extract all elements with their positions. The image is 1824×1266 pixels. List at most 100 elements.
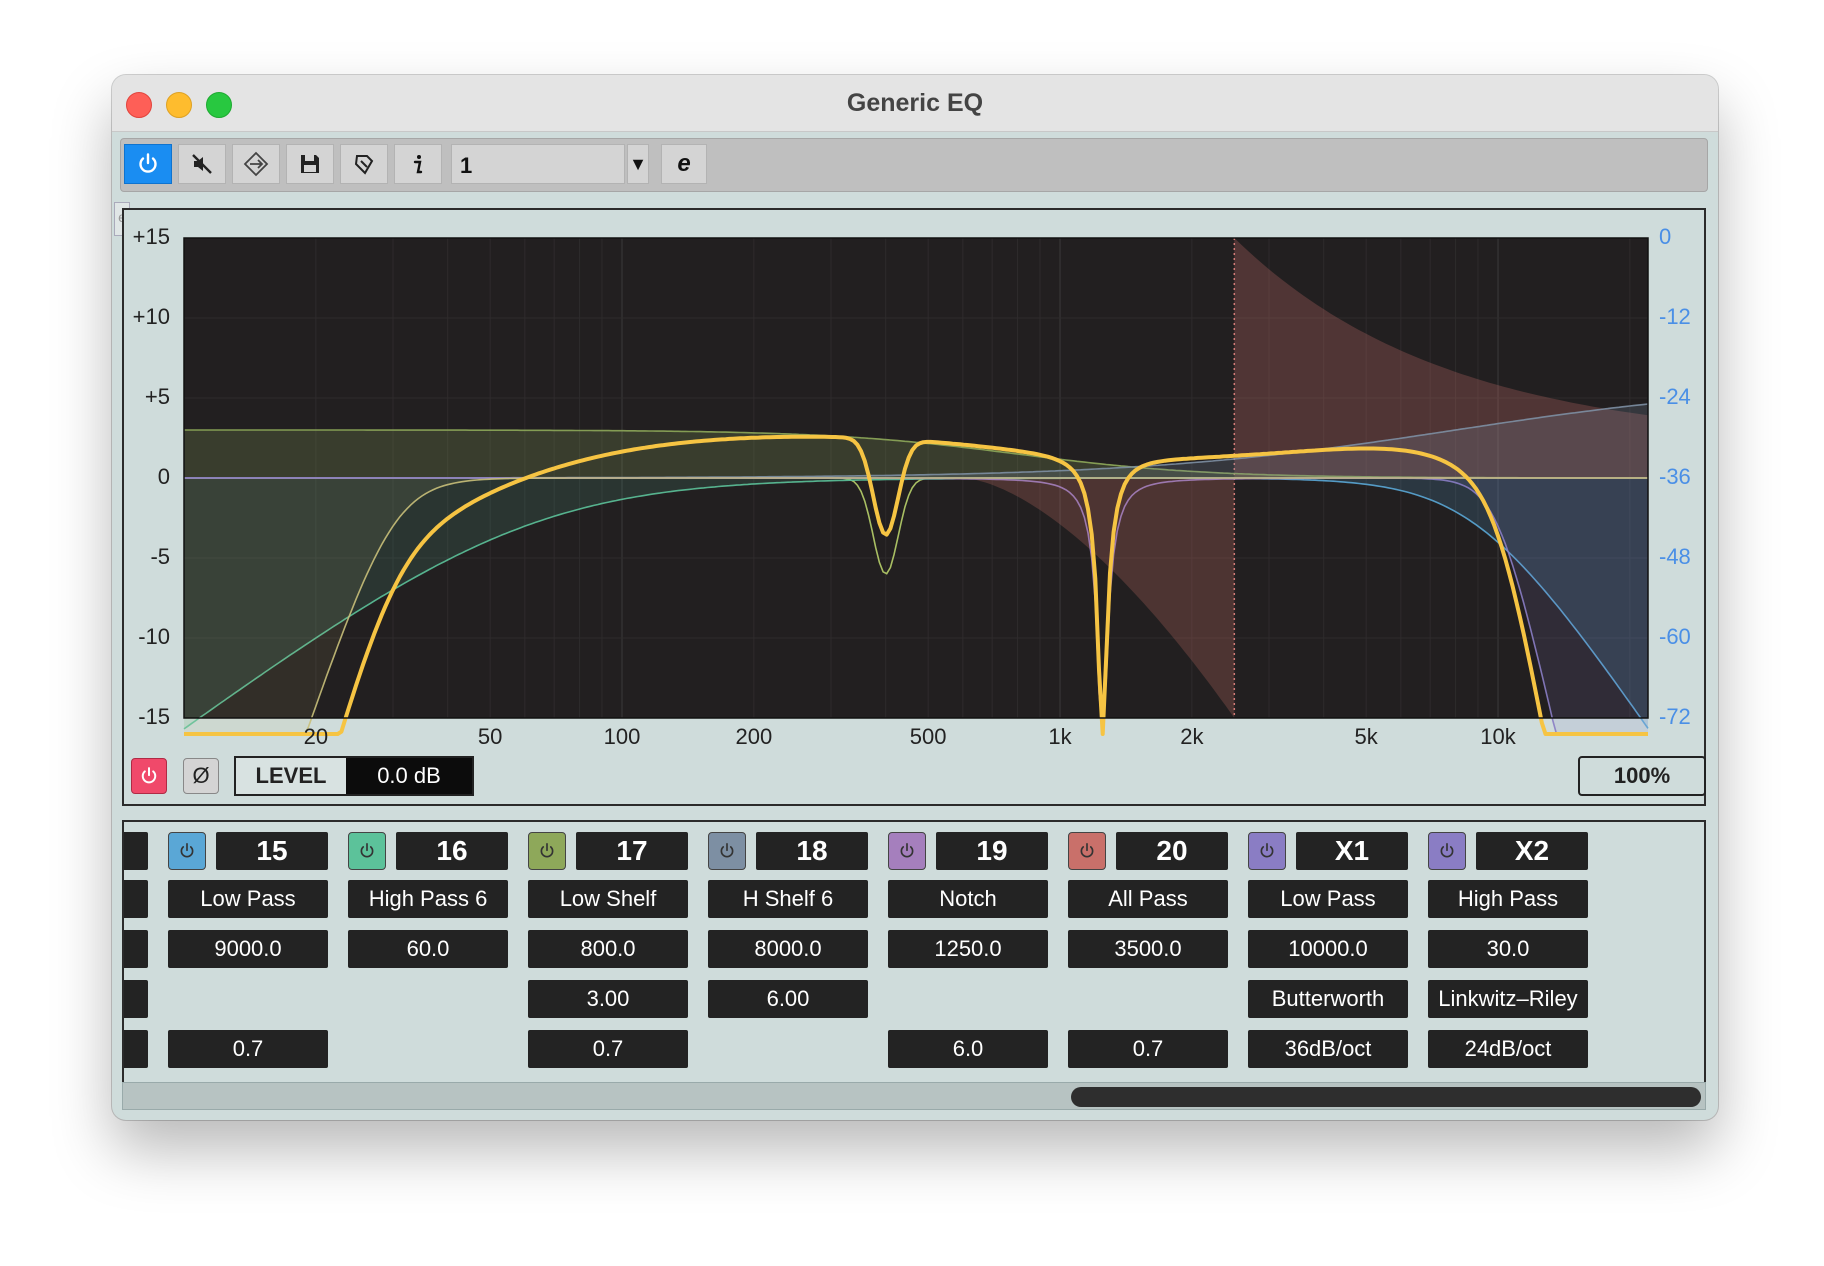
power-icon	[1080, 843, 1094, 858]
band-power-button[interactable]	[888, 832, 926, 870]
band-type-selector[interactable]: Low Pass	[168, 880, 328, 918]
band-frequency-field[interactable]: 3500.0	[1068, 930, 1228, 968]
band-type-selector[interactable]: High Pass	[1428, 880, 1588, 918]
level-value[interactable]: 0.0 dB	[346, 758, 472, 794]
preset-selector[interactable]: 1	[451, 144, 625, 184]
power-icon	[180, 843, 194, 858]
compare-button[interactable]	[232, 144, 280, 184]
band-type-selector[interactable]: All Pass	[1068, 880, 1228, 918]
band-20: 20 All Pass 3500.0 0.7	[1068, 822, 1244, 1092]
speaker-mute-icon	[192, 154, 212, 174]
frequency-axis-label: 10k	[1480, 724, 1516, 749]
band-power-button[interactable]	[528, 832, 566, 870]
info-icon	[413, 155, 423, 174]
save-icon	[301, 155, 319, 173]
band-16: 16 High Pass 6 60.0	[348, 822, 524, 1092]
band-number: X2	[1476, 832, 1588, 870]
spectrum-axis-label: -72	[1659, 704, 1691, 729]
band-q-field[interactable]: 36dB/oct	[1248, 1030, 1408, 1068]
band-frequency-field[interactable]: 60.0	[348, 930, 508, 968]
band-gain-field[interactable]: Linkwitz–Riley	[1428, 980, 1588, 1018]
power-icon	[1260, 843, 1274, 858]
spectrum-axis-label: -24	[1659, 384, 1691, 409]
band-number: X1	[1296, 832, 1408, 870]
band-power-button[interactable]	[708, 832, 746, 870]
band-type-selector[interactable]: Low Shelf	[528, 880, 688, 918]
band-power-button[interactable]	[168, 832, 206, 870]
gain-axis-label: -15	[138, 704, 170, 729]
band-q-field[interactable]: 0.7	[528, 1030, 688, 1068]
band-power-button[interactable]	[348, 832, 386, 870]
band-type-selector[interactable]: Low Pass	[1248, 880, 1408, 918]
band-frequency-field[interactable]: 1250.0	[888, 930, 1048, 968]
band-q-field[interactable]: 0.7	[168, 1030, 328, 1068]
band-power-button[interactable]	[1428, 832, 1466, 870]
zoom-value[interactable]: 100%	[1578, 756, 1706, 796]
compare-icon	[243, 151, 269, 177]
info-button[interactable]	[394, 144, 442, 184]
band-power-button[interactable]	[1068, 832, 1106, 870]
band-frequency-field[interactable]: 400.0	[124, 930, 148, 968]
save-button[interactable]	[286, 144, 334, 184]
load-icon	[354, 155, 374, 175]
band-19: 19 Notch 1250.0 6.0	[888, 822, 1064, 1092]
band-type-selector[interactable]: Notch	[888, 880, 1048, 918]
frequency-axis-label: 20	[303, 724, 329, 749]
gain-axis-label: +5	[144, 384, 170, 409]
power-button[interactable]	[124, 144, 172, 184]
frequency-axis-label: 50	[477, 724, 503, 749]
bypass-button[interactable]	[178, 144, 226, 184]
band-15: 15 Low Pass 9000.0 0.7	[168, 822, 344, 1092]
eq-curve-graph[interactable]	[124, 210, 1704, 804]
band-gain-field[interactable]: -6.00	[124, 980, 148, 1018]
frequency-axis-label: 100	[603, 724, 641, 749]
band-type-selector[interactable]: H Shelf 6	[708, 880, 868, 918]
output-level-control[interactable]: LEVEL 0.0 dB	[234, 756, 474, 796]
band-frequency-field[interactable]: 30.0	[1428, 930, 1588, 968]
band-gain-field[interactable]: 6.00	[708, 980, 868, 1018]
gain-axis-label: +10	[132, 304, 170, 329]
band-frequency-field[interactable]: 10000.0	[1248, 930, 1408, 968]
output-power-button[interactable]	[131, 758, 167, 794]
level-label: LEVEL	[255, 763, 327, 788]
spectrum-axis-label: 0	[1659, 224, 1672, 249]
horizontal-scrollbar[interactable]	[122, 1082, 1706, 1110]
frequency-axis-label: 200	[735, 724, 773, 749]
load-button[interactable]	[340, 144, 388, 184]
title-bar: Generic EQ	[112, 75, 1718, 132]
phase-invert-button[interactable]: Ø	[183, 758, 219, 794]
edit-button[interactable]: e	[661, 144, 707, 184]
preset-dropdown-arrow[interactable]: ▼	[627, 144, 649, 184]
band-x2: X2 High Pass 30.0 Linkwitz–Riley 24dB/oct	[1428, 822, 1604, 1092]
band-gain-field[interactable]: Butterworth	[1248, 980, 1408, 1018]
band-frequency-field[interactable]: 800.0	[528, 930, 688, 968]
band-number: 20	[1116, 832, 1228, 870]
band-q-field[interactable]: 5.0	[124, 1030, 148, 1068]
spectrum-axis-label: -48	[1659, 544, 1691, 569]
band-q-field[interactable]: 24dB/oct	[1428, 1030, 1588, 1068]
power-icon	[1440, 843, 1454, 858]
band-number: 14	[124, 832, 148, 870]
band-x1: X1 Low Pass 10000.0 Butterworth 36dB/oct	[1248, 822, 1424, 1092]
band-q-field[interactable]: 0.7	[1068, 1030, 1228, 1068]
band-14: 14 Bell 400.0 -6.00 5.0	[124, 822, 164, 1092]
gain-axis-label: +15	[132, 224, 170, 249]
band-type-selector[interactable]: Bell	[124, 880, 148, 918]
eq-display: Ø LEVEL 0.0 dB 100% +15 +10 +5 0 -5 -10 -15 0 -1…	[122, 208, 1706, 806]
band-number: 15	[216, 832, 328, 870]
toolbar: 1 ▼ e	[120, 138, 1708, 192]
power-icon	[720, 843, 734, 858]
band-frequency-field[interactable]: 9000.0	[168, 930, 328, 968]
power-icon	[139, 153, 157, 173]
band-q-field[interactable]: 6.0	[888, 1030, 1048, 1068]
band-strip: 14Bell400.0-6.005.015Low Pass9000.00.716…	[122, 820, 1706, 1092]
band-number: 19	[936, 832, 1048, 870]
scrollbar-thumb[interactable]	[1071, 1087, 1701, 1107]
band-number: 18	[756, 832, 868, 870]
power-icon	[360, 843, 374, 858]
band-power-button[interactable]	[1248, 832, 1286, 870]
band-gain-field[interactable]: 3.00	[528, 980, 688, 1018]
band-frequency-field[interactable]: 8000.0	[708, 930, 868, 968]
band-type-selector[interactable]: High Pass 6	[348, 880, 508, 918]
power-icon	[540, 843, 554, 858]
